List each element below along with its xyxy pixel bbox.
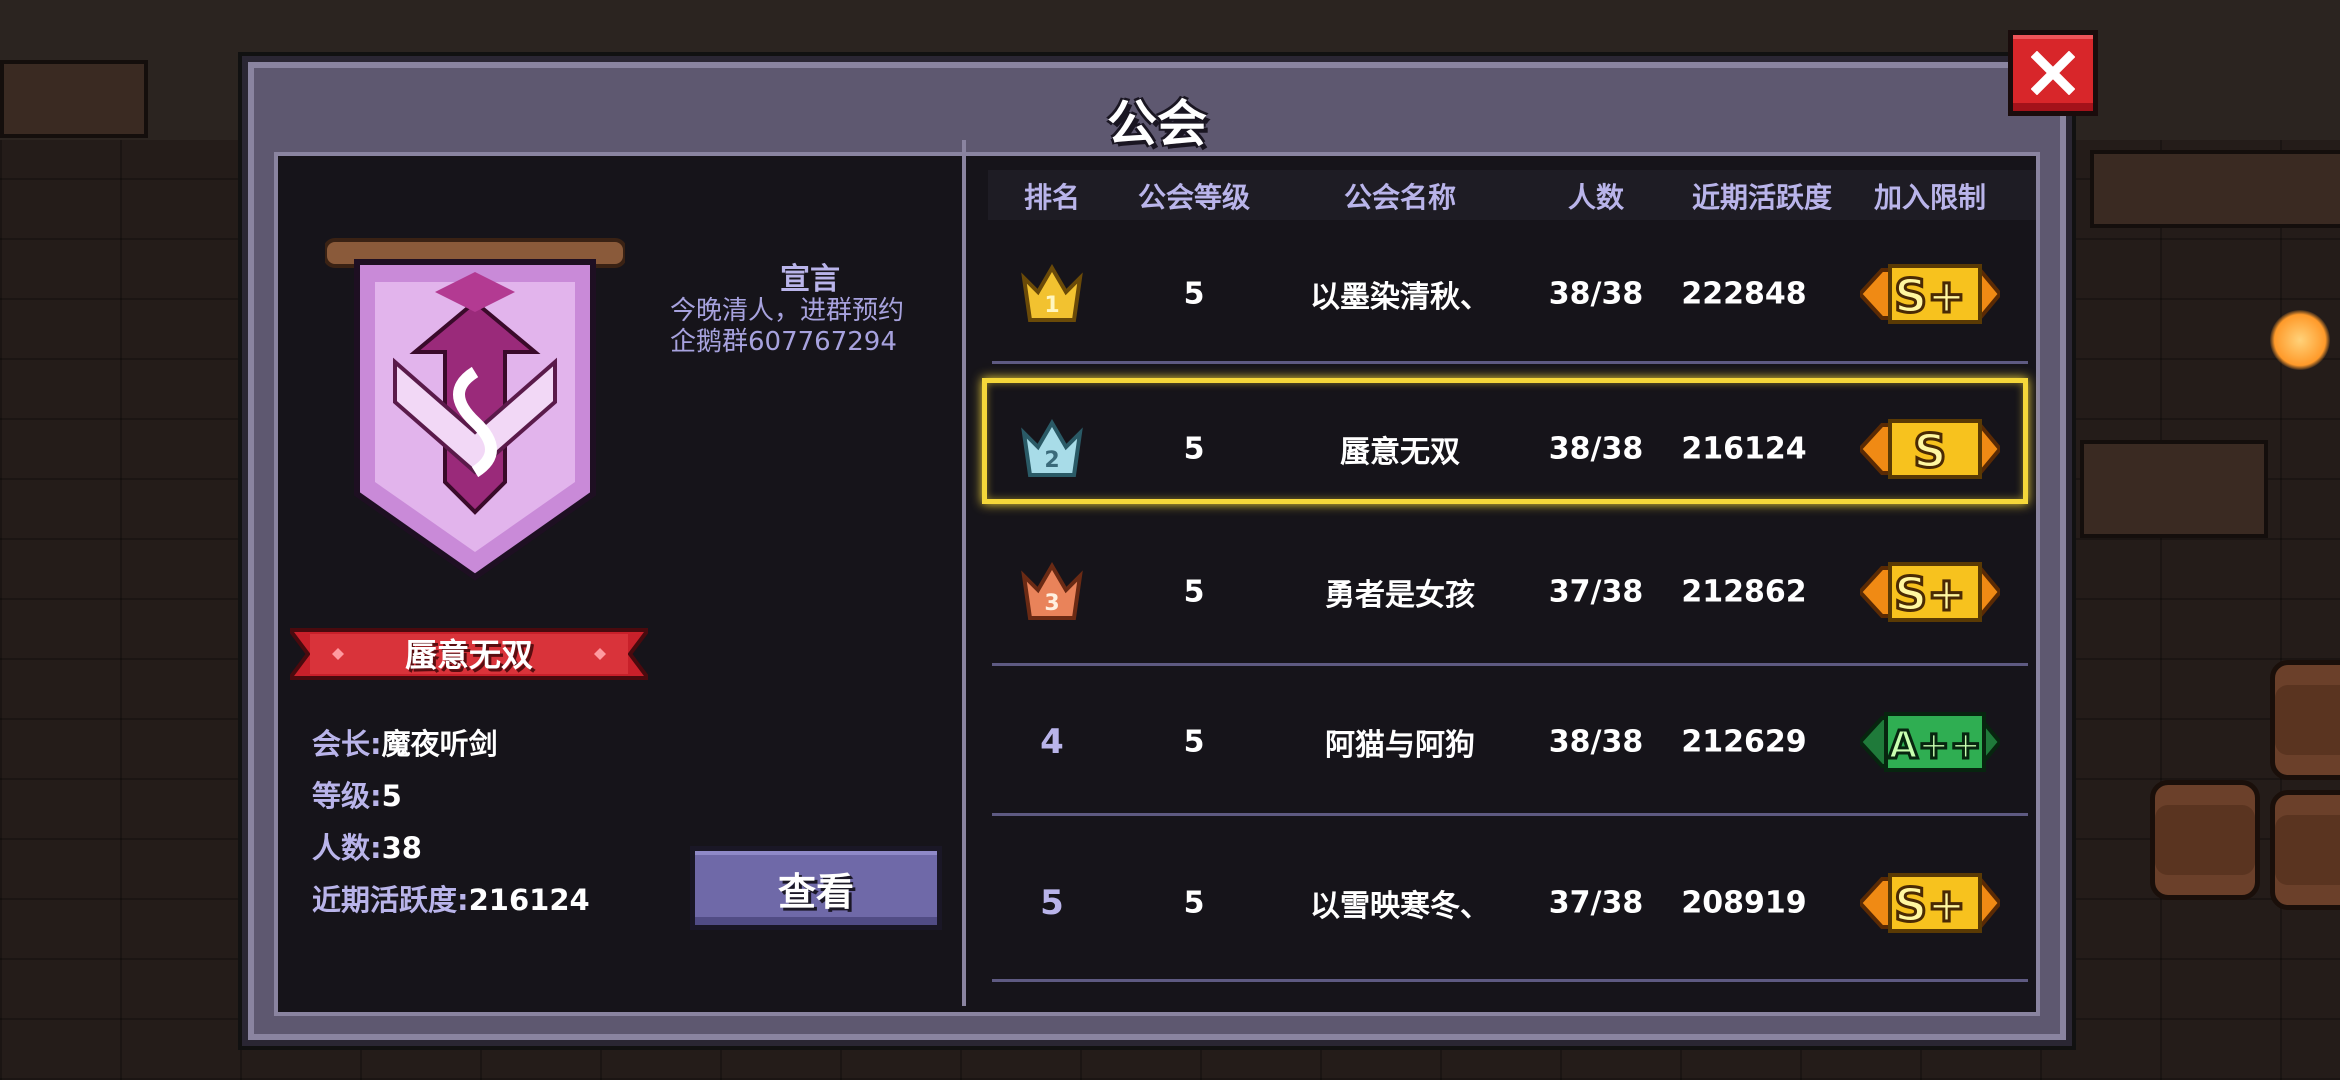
members-cell: 38/38: [1548, 431, 1644, 467]
row-divider: [992, 361, 2028, 364]
activity-value: 216124: [468, 883, 590, 917]
table-row[interactable]: 2 5 蜃意无双 38/38 216124 S: [982, 378, 2028, 510]
header-members: 人数: [1567, 181, 1625, 214]
silver-crown-icon: 2: [1021, 419, 1083, 477]
limit-text: S+: [1894, 878, 1966, 932]
manifesto-line: 今晚清人，进群预约: [670, 296, 905, 326]
view-button-label: 查看: [777, 869, 854, 914]
guild-level-cell: 5: [1183, 431, 1205, 467]
rank-number-text: 2: [1044, 448, 1059, 473]
panel-divider: [962, 140, 966, 1006]
members-cell: 37/38: [1548, 574, 1644, 610]
row-divider: [992, 979, 2028, 982]
header-name: 公会名称: [1343, 181, 1457, 214]
level-value: 5: [381, 779, 402, 813]
manifesto-line: 企鹅群607767294: [670, 327, 897, 357]
table-row[interactable]: 3 5 勇者是女孩 37/38 212862 S+: [988, 518, 2028, 666]
background-bench: [0, 60, 148, 138]
guild-name-cell: 蜃意无双: [1340, 435, 1460, 470]
activity-cell: 208919: [1681, 885, 1807, 921]
background-bench: [2090, 150, 2340, 228]
dialog-title: 公会: [1107, 95, 1207, 153]
limit-text: S: [1913, 424, 1946, 478]
rank-number: 4: [1040, 722, 1064, 762]
level-line: 等级:5: [312, 779, 402, 813]
activity-cell: 222848: [1681, 276, 1807, 312]
guild-name-cell: 阿猫与阿狗: [1325, 728, 1475, 763]
activity-cell: 212862: [1681, 574, 1807, 610]
rank-a-plus-plus-badge: A++: [1860, 712, 2000, 772]
guild-level-cell: 5: [1183, 574, 1205, 610]
background-lamp: [2270, 310, 2330, 370]
manifesto-text: 今晚清人，进群预约 企鹅群607767294: [670, 296, 970, 358]
table-row[interactable]: 4 5 阿猫与阿狗 38/38 212629 A++: [988, 668, 2028, 816]
row-divider: [992, 663, 2028, 666]
table-row[interactable]: 5 5 以雪映寒冬、 37/38 208919 S+: [988, 824, 2028, 982]
guild-name-cell: 以雪映寒冬、: [1310, 889, 1490, 924]
members-cell: 38/38: [1548, 724, 1644, 760]
rank-s-plus-badge: S+: [1860, 562, 2000, 623]
rank-number-text: 1: [1044, 293, 1059, 318]
header-level: 公会等级: [1137, 181, 1251, 214]
row-divider: [992, 813, 2028, 816]
guild-level-cell: 5: [1183, 724, 1205, 760]
guild-emblem-icon: [323, 238, 627, 581]
limit-text: S+: [1894, 269, 1966, 323]
background-bench: [2080, 440, 2268, 538]
members-line: 人数:38: [312, 831, 422, 865]
header-activity: 近期活跃度: [1691, 181, 1833, 214]
gold-crown-icon: 1: [1021, 264, 1083, 322]
leader-value: 魔夜听剑: [381, 727, 498, 761]
close-icon: [2031, 51, 2075, 95]
rank-number: 5: [1040, 883, 1064, 923]
background-barrel: [2150, 780, 2260, 900]
table-row[interactable]: 1 5 以墨染清秋、 38/38 222848 S+: [988, 224, 2028, 364]
table-header: 排名 公会等级 公会名称 人数 近期活跃度 加入限制: [988, 170, 2036, 220]
rank-s-plus-badge: S+: [1860, 873, 2000, 934]
members-value: 38: [381, 831, 422, 865]
members-cell: 37/38: [1548, 885, 1644, 921]
guild-banner: [323, 232, 627, 592]
guild-name-label: 蜃意无双: [404, 636, 533, 674]
activity-cell: 216124: [1681, 431, 1807, 467]
guild-level-cell: 5: [1183, 885, 1205, 921]
rank-s-badge: S: [1860, 419, 2000, 480]
leader-line: 会长:魔夜听剑: [312, 727, 498, 761]
header-rank: 排名: [1023, 181, 1081, 214]
close-button[interactable]: [2008, 30, 2098, 116]
members-cell: 38/38: [1548, 276, 1644, 312]
limit-text: S+: [1894, 567, 1966, 621]
manifesto-title: 宣言: [780, 262, 840, 297]
rank-s-plus-badge: S+: [1860, 264, 2000, 325]
guild-level-cell: 5: [1183, 276, 1205, 312]
background-barrel: [2270, 660, 2340, 780]
activity-line: 近期活跃度:216124: [312, 883, 590, 917]
background-barrel: [2270, 790, 2340, 910]
bronze-crown-icon: 3: [1021, 562, 1083, 620]
guild-name-ribbon: 蜃意无双: [290, 620, 648, 688]
view-button[interactable]: 查看: [690, 846, 942, 930]
header-limit: 加入限制: [1873, 181, 1987, 214]
activity-cell: 212629: [1681, 724, 1807, 760]
limit-text: A++: [1888, 723, 1981, 767]
guild-name-cell: 勇者是女孩: [1325, 578, 1475, 613]
rank-number-text: 3: [1044, 591, 1059, 616]
guild-name-cell: 以墨染清秋、: [1310, 280, 1490, 315]
guild-info: 会长:魔夜听剑 等级:5 人数:38 近期活跃度:216124: [312, 718, 590, 926]
